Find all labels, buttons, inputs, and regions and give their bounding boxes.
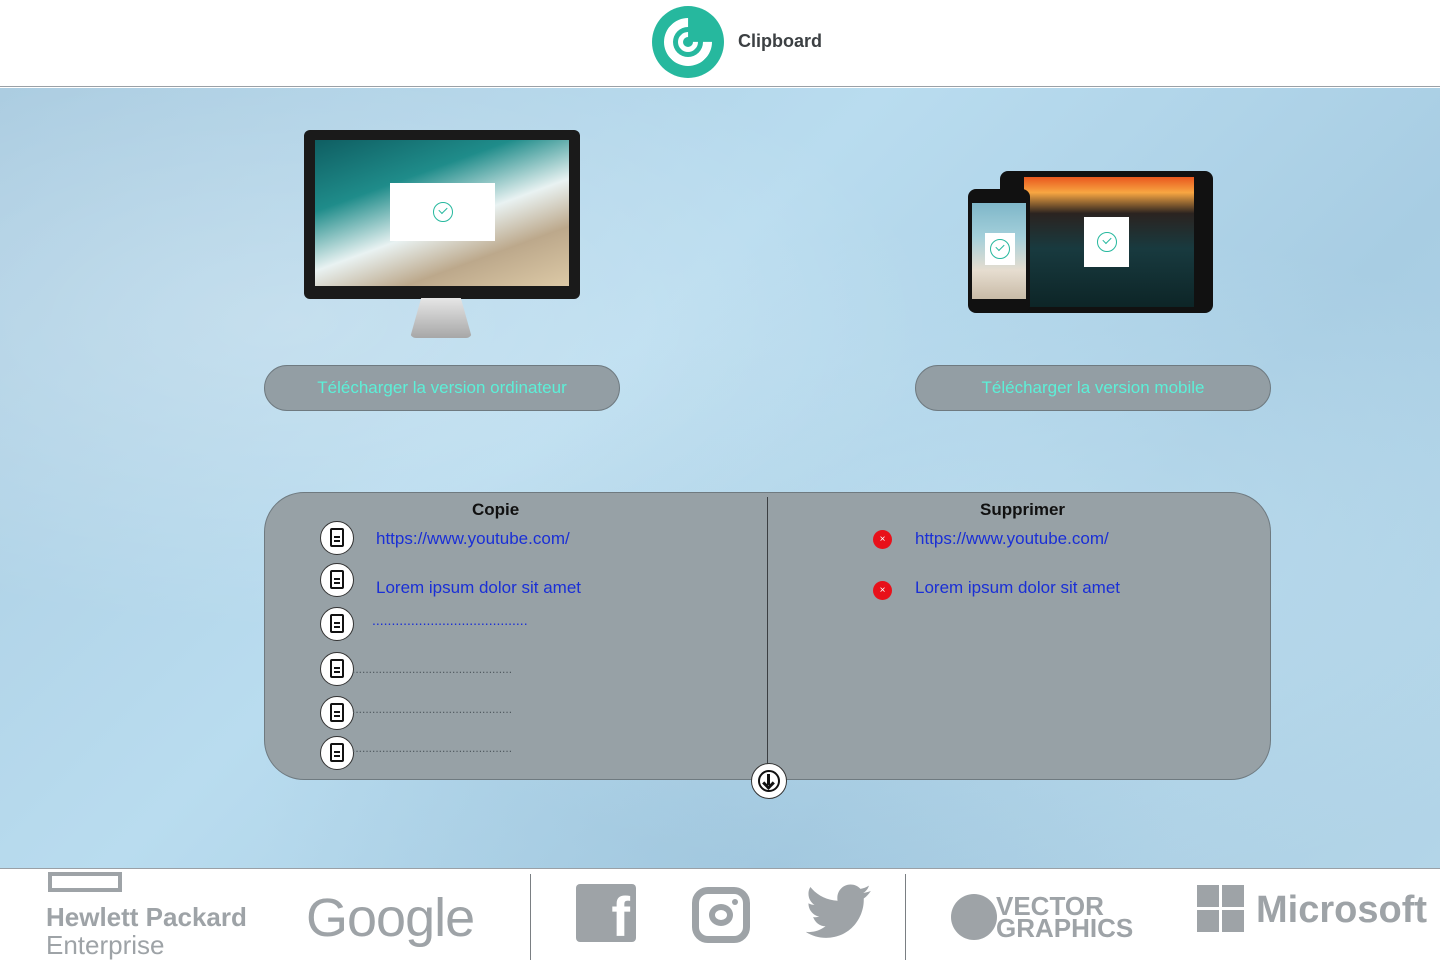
arrow-down-icon [758,770,780,792]
copy-button[interactable] [320,652,354,686]
hpe-logo-line1: Hewlett Packard [46,902,247,932]
copy-item[interactable]: Lorem ipsum dolor sit amet [376,578,581,598]
download-mobile-button[interactable]: Télécharger la version mobile [915,365,1271,411]
twitter-icon[interactable] [805,883,872,951]
tablet-image [1000,171,1213,313]
delete-icon[interactable]: × [873,581,892,600]
instagram-icon[interactable] [692,887,750,943]
delete-column-title: Supprimer [980,500,1066,519]
check-icon [432,202,453,222]
google-logo: Google [306,888,475,948]
hpe-logo-line2: Enterprise [46,930,165,960]
copy-button[interactable] [320,696,354,730]
copy-item-placeholder[interactable]: ........................................… [352,662,512,676]
copy-button[interactable] [320,563,354,597]
partners-footer: Hewlett Packard Enterprise Google f VECT… [0,868,1440,960]
copy-item-placeholder[interactable]: ........................................… [352,702,512,716]
copy-item[interactable]: https://www.youtube.com/ [376,529,570,549]
vector-graphics-logo-icon [951,894,997,940]
check-icon [990,239,1010,259]
document-icon [330,659,344,678]
delete-item[interactable]: https://www.youtube.com/ [915,529,1109,549]
app-title: Clipboard [738,31,822,51]
delete-icon[interactable]: × [873,530,892,549]
copy-item-placeholder[interactable]: ........................................ [372,612,528,628]
document-icon [330,570,344,589]
copy-button[interactable] [320,736,354,770]
document-icon [330,528,344,547]
document-icon [330,614,344,633]
footer-separator [530,874,531,960]
vector-graphics-logo: VECTOR GRAPHICS [996,891,1134,943]
scroll-down-button[interactable] [751,763,787,799]
delete-item[interactable]: Lorem ipsum dolor sit amet [915,578,1120,598]
hpe-logo-bar [48,872,122,892]
copy-column-title: Copie [472,500,520,519]
microsoft-logo-icon [1197,885,1245,933]
phone-image [968,189,1030,313]
document-icon [330,743,344,762]
check-icon [1096,232,1117,252]
desktop-monitor-image [304,130,580,299]
document-icon [330,703,344,722]
column-divider [767,497,768,765]
facebook-icon[interactable]: f [576,884,636,942]
copy-button[interactable] [320,521,354,555]
copy-item-placeholder[interactable]: ........................................… [352,741,512,755]
header: Clipboard [0,0,1440,87]
microsoft-logo: Microsoft [1256,889,1427,931]
download-desktop-button[interactable]: Télécharger la version ordinateur [264,365,620,411]
clipboard-logo-icon[interactable] [652,6,724,78]
copy-button[interactable] [320,607,354,641]
footer-separator [905,874,906,960]
